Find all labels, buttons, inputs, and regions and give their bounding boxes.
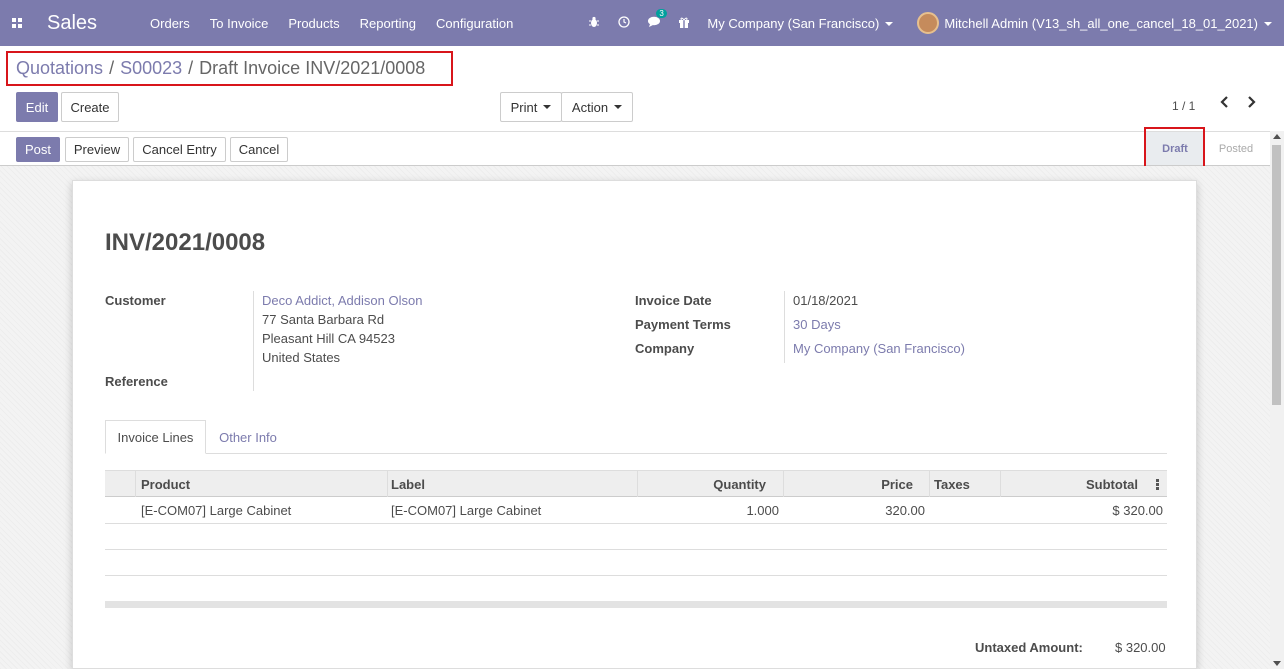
company-value[interactable]: My Company (San Francisco)	[793, 341, 965, 356]
cancel-button[interactable]: Cancel	[230, 137, 288, 162]
systray: 3 My Company (San Francisco) Mitchell Ad…	[579, 0, 1284, 46]
customer-name[interactable]: Deco Addict, Addison Olson	[262, 293, 422, 308]
menu-to-invoice[interactable]: To Invoice	[200, 16, 279, 31]
column-label[interactable]: Label	[391, 471, 631, 497]
cell-taxes	[934, 498, 994, 523]
action-label: Action	[571, 99, 609, 115]
table-row	[105, 576, 1167, 602]
column-taxes[interactable]: Taxes	[934, 471, 994, 497]
tab-other-info[interactable]: Other Info	[209, 420, 287, 454]
table-row[interactable]: [E-COM07] Large Cabinet [E-COM07] Large …	[105, 498, 1167, 524]
messages-badge: 3	[656, 8, 667, 18]
app-name[interactable]: Sales	[47, 12, 97, 35]
edit-button[interactable]: Edit	[16, 92, 58, 122]
menu-orders[interactable]: Orders	[140, 16, 200, 31]
company-name: My Company (San Francisco)	[707, 15, 880, 31]
table-row	[105, 550, 1167, 576]
column-divider	[783, 471, 784, 497]
table-row	[105, 524, 1167, 550]
cell-quantity: 1.000	[746, 503, 779, 518]
main-menu: Orders To Invoice Products Reporting Con…	[140, 16, 523, 31]
table-header: Product Label Quantity Price Taxes Subto…	[105, 470, 1167, 497]
breadcrumb-separator: /	[109, 58, 115, 78]
chevron-down-icon	[614, 105, 623, 109]
apps-icon[interactable]	[0, 0, 34, 46]
cell-product: [E-COM07] Large Cabinet	[141, 503, 292, 518]
menu-products[interactable]: Products	[278, 16, 349, 31]
breadcrumb-current: Draft Invoice INV/2021/0008	[199, 58, 426, 78]
stage-posted[interactable]: Posted	[1210, 132, 1262, 165]
invoice-date-value: 01/18/2021	[793, 293, 859, 308]
cancel-entry-button[interactable]: Cancel Entry	[133, 137, 226, 162]
scroll-down-icon[interactable]	[1273, 661, 1281, 666]
column-divider	[929, 471, 930, 497]
field-divider	[784, 291, 785, 363]
column-divider	[1000, 471, 1001, 497]
company-switcher[interactable]: My Company (San Francisco)	[707, 15, 894, 31]
untaxed-amount-value: $ 320.00	[1115, 640, 1166, 655]
chevron-left-icon[interactable]	[1220, 95, 1230, 113]
untaxed-amount-label: Untaxed Amount:	[975, 640, 1083, 655]
column-divider	[135, 471, 136, 497]
column-divider	[387, 471, 388, 497]
breadcrumb-order[interactable]: S00023	[120, 58, 182, 79]
pager-value[interactable]: 1 / 1	[1172, 99, 1195, 113]
cell-price: 320.00	[885, 503, 925, 518]
scrollbar[interactable]	[1270, 131, 1284, 669]
clock-icon[interactable]	[609, 15, 639, 31]
column-price[interactable]: Price	[789, 471, 913, 497]
kebab-icon[interactable]	[1156, 479, 1159, 490]
chevron-down-icon	[543, 105, 552, 109]
scroll-up-icon[interactable]	[1273, 134, 1281, 139]
create-button[interactable]: Create	[61, 92, 119, 122]
print-button[interactable]: Print	[500, 92, 562, 122]
invoice-sheet: INV/2021/0008 Customer Deco Addict, Addi…	[72, 180, 1197, 669]
invoice-date-label: Invoice Date	[635, 293, 712, 308]
invoice-number: INV/2021/0008	[105, 229, 266, 256]
scroll-thumb[interactable]	[1272, 145, 1281, 405]
gift-icon[interactable]	[669, 16, 699, 31]
company-label: Company	[635, 341, 695, 356]
chevron-down-icon	[1264, 22, 1272, 27]
column-divider	[637, 471, 638, 497]
stage-highlight	[1144, 127, 1205, 169]
post-button[interactable]: Post	[16, 137, 60, 162]
avatar[interactable]	[917, 12, 940, 34]
field-divider	[253, 291, 254, 391]
payment-terms-label: Payment Terms	[635, 317, 731, 332]
reference-label: Reference	[105, 374, 168, 389]
cell-subtotal: $ 320.00	[1112, 503, 1163, 518]
menu-reporting[interactable]: Reporting	[350, 16, 426, 31]
address-line: Pleasant Hill CA 94523	[262, 331, 395, 346]
user-menu[interactable]: Mitchell Admin (V13_sh_all_one_cancel_18…	[944, 16, 1272, 31]
chevron-down-icon	[885, 22, 894, 27]
tab-invoice-lines[interactable]: Invoice Lines	[105, 420, 206, 454]
chevron-right-icon[interactable]	[1246, 95, 1256, 113]
chat-icon[interactable]: 3	[639, 8, 669, 31]
column-product[interactable]: Product	[141, 471, 381, 497]
top-navbar: Sales Orders To Invoice Products Reporti…	[0, 0, 1284, 46]
breadcrumb-separator: /	[188, 58, 194, 78]
column-quantity[interactable]: Quantity	[645, 471, 766, 497]
notebook-tabs: Invoice Lines Other Info	[105, 420, 1167, 454]
breadcrumb: Quotations / S00023 / Draft Invoice INV/…	[16, 58, 425, 79]
breadcrumb-quotations[interactable]: Quotations	[16, 58, 103, 79]
cell-label: [E-COM07] Large Cabinet	[391, 503, 542, 518]
customer-label: Customer	[105, 293, 166, 308]
address-line: United States	[262, 350, 341, 365]
payment-terms-value[interactable]: 30 Days	[793, 317, 841, 332]
action-button[interactable]: Action	[561, 92, 633, 122]
address-line: 77 Santa Barbara Rd	[262, 312, 385, 327]
bug-icon[interactable]	[579, 16, 609, 31]
print-label: Print	[510, 99, 538, 115]
column-subtotal[interactable]: Subtotal	[1005, 471, 1138, 497]
menu-configuration[interactable]: Configuration	[426, 16, 523, 31]
user-name: Mitchell Admin (V13_sh_all_one_cancel_18…	[944, 15, 1258, 31]
statusbar: Post Preview Cancel Entry Cancel Draft P…	[0, 131, 1270, 166]
table-footer	[105, 601, 1167, 608]
preview-button[interactable]: Preview	[65, 137, 129, 162]
